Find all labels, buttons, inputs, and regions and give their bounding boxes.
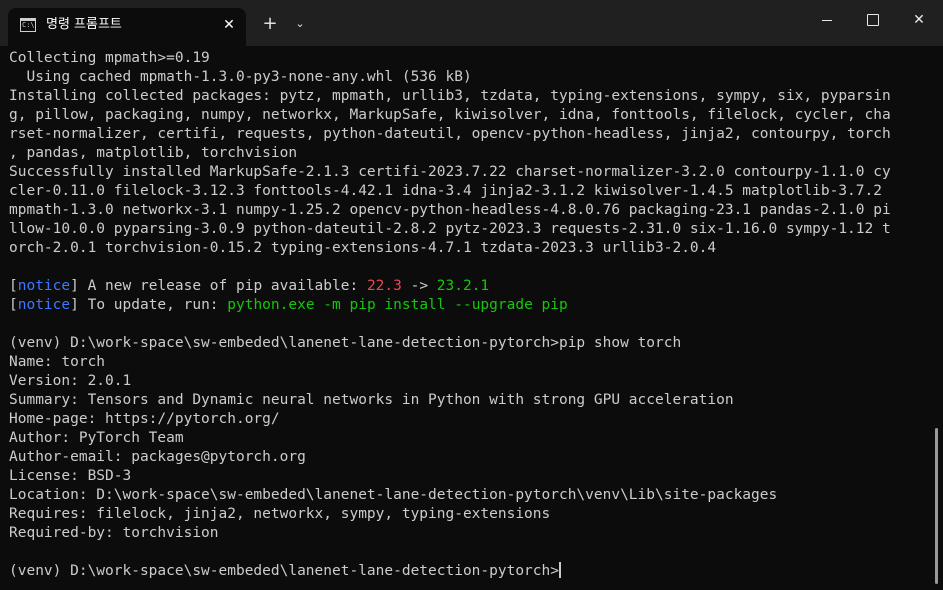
terminal-text: ] A new release of pip available:	[70, 278, 367, 294]
terminal-line: Location: D:\work-space\sw-embeded\lanen…	[9, 486, 929, 505]
terminal-text: 23.2.1	[436, 278, 490, 294]
terminal-text: Installing collected packages: pytz, mpm…	[9, 88, 891, 104]
terminal-text: Summary: Tensors and Dynamic neural netw…	[9, 392, 734, 408]
terminal-line: Using cached mpmath-1.3.0-py3-none-any.w…	[9, 68, 929, 87]
terminal-text: 22.3	[366, 278, 402, 294]
terminal-line: rset-normalizer, certifi, requests, pyth…	[9, 125, 929, 144]
terminal-text: License: BSD-3	[9, 468, 132, 484]
terminal-text: [	[9, 297, 18, 313]
new-tab-button[interactable]: +	[260, 14, 280, 34]
text-cursor	[558, 562, 561, 578]
terminal-line: g, pillow, packaging, numpy, networkx, M…	[9, 106, 929, 125]
minimize-icon	[822, 19, 832, 21]
terminal-line: Collecting mpmath>=0.19	[9, 49, 929, 68]
terminal-line: Author-email: packages@pytorch.org	[9, 448, 929, 467]
terminal-text: cler-0.11.0 filelock-3.12.3 fonttools-4.…	[9, 183, 882, 199]
terminal-line: Name: torch	[9, 353, 929, 372]
terminal-text: Location: D:\work-space\sw-embeded\lanen…	[9, 487, 778, 503]
terminal-text: Author-email: packages@pytorch.org	[9, 449, 306, 465]
terminal-line: orch-2.0.1 torchvision-0.15.2 typing-ext…	[9, 239, 929, 258]
terminal-line: Installing collected packages: pytz, mpm…	[9, 87, 929, 106]
terminal-output[interactable]: Collecting mpmath>=0.19 Using cached mpm…	[9, 49, 929, 589]
terminal-text: Required-by: torchvision	[9, 525, 219, 541]
terminal-text: python.exe -m pip install --upgrade pip	[227, 297, 568, 313]
terminal-text: , pandas, matplotlib, torchvision	[9, 145, 298, 161]
prompt-line[interactable]: (venv) D:\work-space\sw-embeded\lanenet-…	[9, 562, 929, 581]
terminal-text: (venv) D:\work-space\sw-embeded\lanenet-…	[9, 335, 682, 351]
terminal-line: [notice] A new release of pip available:…	[9, 277, 929, 296]
terminal-line: Summary: Tensors and Dynamic neural netw…	[9, 391, 929, 410]
tab-title: 명령 프롬프트	[46, 17, 122, 32]
terminal-line: [notice] To update, run: python.exe -m p…	[9, 296, 929, 315]
terminal-line: Successfully installed MarkupSafe-2.1.3 …	[9, 163, 929, 182]
scrollbar[interactable]	[935, 428, 938, 584]
close-window-button[interactable]: ✕	[896, 0, 942, 40]
terminal-line: Required-by: torchvision	[9, 524, 929, 543]
terminal-line: (venv) D:\work-space\sw-embeded\lanenet-…	[9, 334, 929, 353]
terminal-window: C:\ 명령 프롬프트 ✕ + ⌄ ✕ Collecting mpmath>=0…	[0, 0, 943, 590]
close-tab-icon[interactable]: ✕	[220, 16, 238, 34]
terminal-text: llow-10.0.0 pyparsing-3.0.9 python-dateu…	[9, 221, 891, 237]
terminal-line: Author: PyTorch Team	[9, 429, 929, 448]
terminal-line: Requires: filelock, jinja2, networkx, sy…	[9, 505, 929, 524]
terminal-text: [	[9, 278, 18, 294]
maximize-icon	[867, 14, 879, 26]
terminal-text: Version: 2.0.1	[9, 373, 132, 389]
terminal-line: Version: 2.0.1	[9, 372, 929, 391]
maximize-button[interactable]	[850, 0, 896, 40]
tab-command-prompt[interactable]: C:\ 명령 프롬프트 ✕	[8, 8, 246, 46]
terminal-line: License: BSD-3	[9, 467, 929, 486]
terminal-text: Successfully installed MarkupSafe-2.1.3 …	[9, 164, 891, 180]
terminal-line: , pandas, matplotlib, torchvision	[9, 144, 929, 163]
terminal-line: Home-page: https://pytorch.org/	[9, 410, 929, 429]
terminal-text: ->	[401, 278, 437, 294]
terminal-text: Requires: filelock, jinja2, networkx, sy…	[9, 506, 551, 522]
title-bar[interactable]: C:\ 명령 프롬프트 ✕ + ⌄ ✕	[0, 0, 943, 46]
terminal-text: orch-2.0.1 torchvision-0.15.2 typing-ext…	[9, 240, 717, 256]
terminal-line: mpmath-1.3.0 networkx-3.1 numpy-1.25.2 o…	[9, 201, 929, 220]
terminal-text: rset-normalizer, certifi, requests, pyth…	[9, 126, 891, 142]
terminal-text: notice	[17, 278, 71, 294]
minimize-button[interactable]	[804, 0, 850, 40]
terminal-text: g, pillow, packaging, numpy, networkx, M…	[9, 107, 891, 123]
terminal-line: llow-10.0.0 pyparsing-3.0.9 python-dateu…	[9, 220, 929, 239]
cmd-icon: C:\	[20, 18, 36, 32]
terminal-text: Home-page: https://pytorch.org/	[9, 411, 280, 427]
terminal-text: Name: torch	[9, 354, 106, 370]
terminal-text: notice	[17, 297, 71, 313]
terminal-line: cler-0.11.0 filelock-3.12.3 fonttools-4.…	[9, 182, 929, 201]
prompt-text: (venv) D:\work-space\sw-embeded\lanenet-…	[9, 563, 559, 579]
terminal-text: Author: PyTorch Team	[9, 430, 184, 446]
terminal-text: Collecting mpmath>=0.19	[9, 50, 210, 66]
terminal-text: ] To update, run:	[70, 297, 228, 313]
terminal-text: mpmath-1.3.0 networkx-3.1 numpy-1.25.2 o…	[9, 202, 891, 218]
terminal-text: Using cached mpmath-1.3.0-py3-none-any.w…	[9, 69, 472, 85]
chevron-down-icon[interactable]: ⌄	[290, 14, 310, 34]
